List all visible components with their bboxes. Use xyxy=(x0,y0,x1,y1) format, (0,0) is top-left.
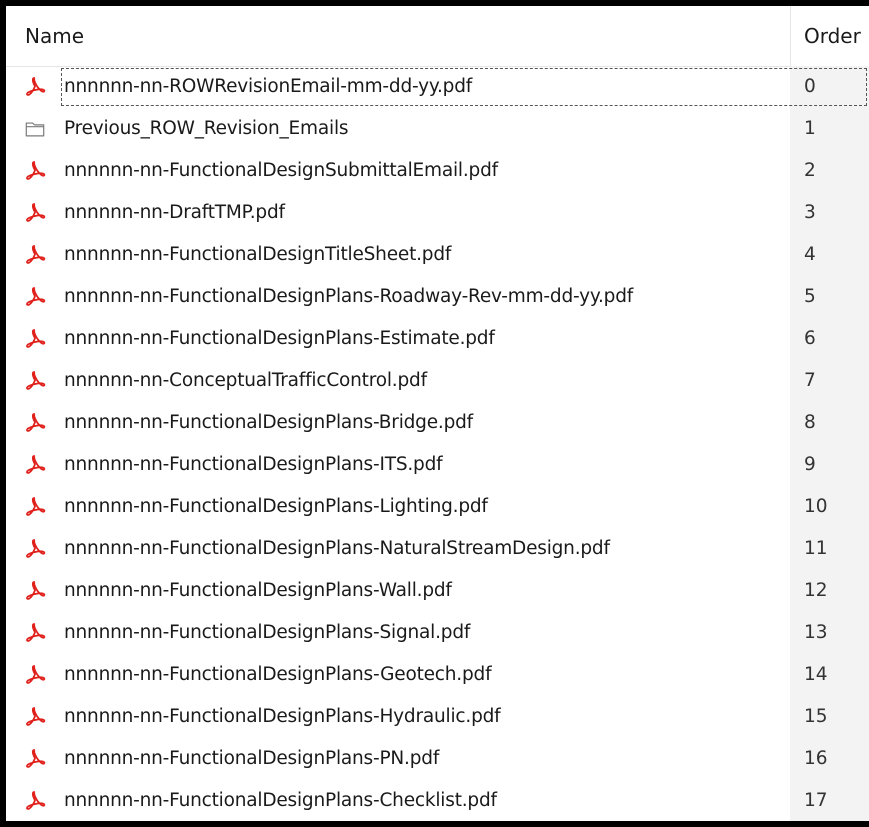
pdf-icon xyxy=(24,412,46,434)
file-row[interactable]: nnnnnn-nn-FunctionalDesignTitleSheet.pdf… xyxy=(6,234,869,276)
file-order: 14 xyxy=(804,664,828,685)
pdf-icon xyxy=(24,160,46,182)
pdf-icon xyxy=(24,454,46,476)
pdf-icon xyxy=(24,370,46,392)
file-row[interactable]: nnnnnn-nn-FunctionalDesignPlans-Roadway-… xyxy=(6,276,869,318)
file-name: nnnnnn-nn-FunctionalDesignPlans-Lighting… xyxy=(64,496,488,517)
file-order: 16 xyxy=(804,748,828,769)
file-name: nnnnnn-nn-FunctionalDesignPlans-Estimate… xyxy=(64,328,495,349)
file-order: 7 xyxy=(804,370,816,391)
file-order: 13 xyxy=(804,622,828,643)
pdf-icon xyxy=(24,580,46,602)
file-order: 4 xyxy=(804,244,816,265)
name-column-header[interactable]: Name xyxy=(25,6,84,66)
file-row[interactable]: nnnnnn-nn-FunctionalDesignSubmittalEmail… xyxy=(6,150,869,192)
pdf-icon xyxy=(24,790,46,812)
file-row[interactable]: nnnnnn-nn-FunctionalDesignPlans-Geotech.… xyxy=(6,654,869,696)
file-name: nnnnnn-nn-FunctionalDesignPlans-Checklis… xyxy=(64,790,497,811)
pdf-icon xyxy=(24,496,46,518)
file-row[interactable]: nnnnnn-nn-FunctionalDesignPlans-Estimate… xyxy=(6,318,869,360)
pdf-icon xyxy=(24,286,46,308)
file-order: 9 xyxy=(804,454,816,475)
file-name: Previous_ROW_Revision_Emails xyxy=(64,118,349,139)
file-order: 15 xyxy=(804,706,828,727)
file-name: nnnnnn-nn-ROWRevisionEmail-mm-dd-yy.pdf xyxy=(64,76,473,97)
file-order: 11 xyxy=(804,538,828,559)
file-row[interactable]: nnnnnn-nn-FunctionalDesignPlans-PN.pdf 16 xyxy=(6,738,869,780)
pdf-icon xyxy=(24,202,46,224)
file-name: nnnnnn-nn-FunctionalDesignPlans-ITS.pdf xyxy=(64,454,443,475)
file-row[interactable]: nnnnnn-nn-FunctionalDesignPlans-Bridge.p… xyxy=(6,402,869,444)
file-rows: nnnnnn-nn-ROWRevisionEmail-mm-dd-yy.pdf 0… xyxy=(6,66,869,821)
pdf-icon xyxy=(24,76,46,98)
file-order: 10 xyxy=(804,496,828,517)
file-row[interactable]: nnnnnn-nn-FunctionalDesignPlans-Signal.p… xyxy=(6,612,869,654)
file-order: 1 xyxy=(804,118,816,139)
file-name: nnnnnn-nn-FunctionalDesignPlans-Roadway-… xyxy=(64,286,634,307)
file-name: nnnnnn-nn-FunctionalDesignPlans-Hydrauli… xyxy=(64,706,501,727)
file-row[interactable]: nnnnnn-nn-ROWRevisionEmail-mm-dd-yy.pdf 0 xyxy=(6,66,869,108)
file-name: nnnnnn-nn-FunctionalDesignPlans-Bridge.p… xyxy=(64,412,473,433)
file-name: nnnnnn-nn-DraftTMP.pdf xyxy=(64,202,285,223)
file-row[interactable]: nnnnnn-nn-DraftTMP.pdf 3 xyxy=(6,192,869,234)
column-divider[interactable] xyxy=(790,6,791,66)
file-name: nnnnnn-nn-FunctionalDesignPlans-Signal.p… xyxy=(64,622,471,643)
file-order: 17 xyxy=(804,790,828,811)
file-name: nnnnnn-nn-ConceptualTrafficControl.pdf xyxy=(64,370,427,391)
pdf-icon xyxy=(24,664,46,686)
order-column-header[interactable]: Order xyxy=(804,6,861,66)
file-row[interactable]: nnnnnn-nn-ConceptualTrafficControl.pdf 7 xyxy=(6,360,869,402)
file-name: nnnnnn-nn-FunctionalDesignTitleSheet.pdf xyxy=(64,244,452,265)
file-row[interactable]: nnnnnn-nn-FunctionalDesignPlans-NaturalS… xyxy=(6,528,869,570)
file-order: 3 xyxy=(804,202,816,223)
file-list-view: Name Order nnnnnn-nn-ROWRevisionEmail-mm… xyxy=(6,6,869,821)
pdf-icon xyxy=(24,244,46,266)
file-order: 0 xyxy=(804,76,816,97)
file-order: 12 xyxy=(804,580,828,601)
folder-icon xyxy=(24,118,46,140)
file-name: nnnnnn-nn-FunctionalDesignSubmittalEmail… xyxy=(64,160,498,181)
pdf-icon xyxy=(24,328,46,350)
file-order: 8 xyxy=(804,412,816,433)
file-name: nnnnnn-nn-FunctionalDesignPlans-PN.pdf xyxy=(64,748,440,769)
file-row[interactable]: nnnnnn-nn-FunctionalDesignPlans-Hydrauli… xyxy=(6,696,869,738)
file-row[interactable]: nnnnnn-nn-FunctionalDesignPlans-ITS.pdf 9 xyxy=(6,444,869,486)
file-row[interactable]: nnnnnn-nn-FunctionalDesignPlans-Lighting… xyxy=(6,486,869,528)
file-name: nnnnnn-nn-FunctionalDesignPlans-Wall.pdf xyxy=(64,580,452,601)
file-row[interactable]: nnnnnn-nn-FunctionalDesignPlans-Checklis… xyxy=(6,780,869,821)
file-order: 6 xyxy=(804,328,816,349)
pdf-icon xyxy=(24,706,46,728)
pdf-icon xyxy=(24,622,46,644)
file-order: 2 xyxy=(804,160,816,181)
file-order: 5 xyxy=(804,286,816,307)
file-row[interactable]: Previous_ROW_Revision_Emails 1 xyxy=(6,108,869,150)
file-row[interactable]: nnnnnn-nn-FunctionalDesignPlans-Wall.pdf… xyxy=(6,570,869,612)
pdf-icon xyxy=(24,538,46,560)
pdf-icon xyxy=(24,748,46,770)
column-header-bar: Name Order xyxy=(6,6,869,67)
file-name: nnnnnn-nn-FunctionalDesignPlans-NaturalS… xyxy=(64,538,610,559)
file-name: nnnnnn-nn-FunctionalDesignPlans-Geotech.… xyxy=(64,664,492,685)
